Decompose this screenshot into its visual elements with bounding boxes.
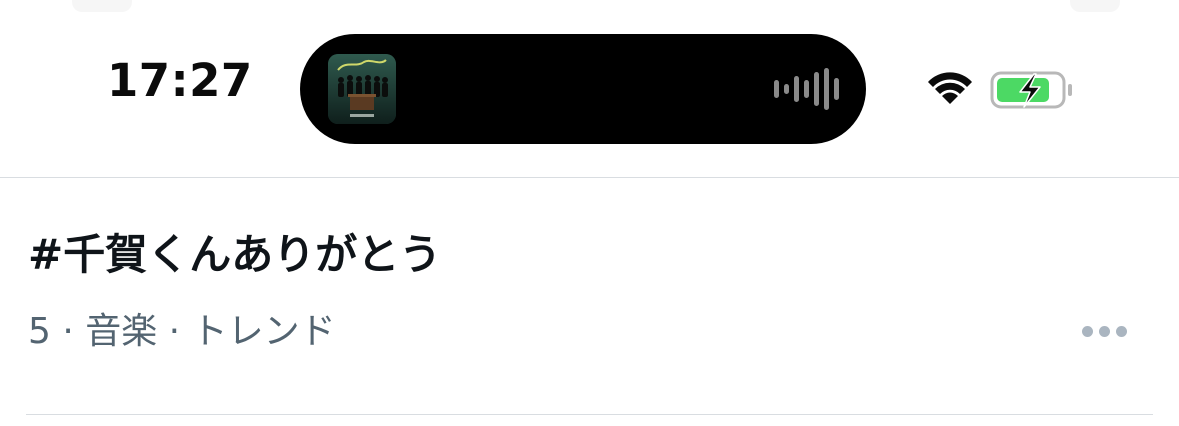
battery-charging-icon [990,70,1074,110]
status-bar: 17:27 [0,0,1179,176]
more-options-icon[interactable] [1080,316,1128,346]
more-dot [1116,326,1127,337]
wifi-icon [924,70,976,110]
more-dot [1099,326,1110,337]
album-art-icon[interactable] [328,54,396,124]
trend-title[interactable]: #千賀くんありがとう [28,230,441,280]
audio-waveform-icon [774,68,844,110]
trend-meta: 5 · 音楽 · トレンド [28,311,336,352]
list-divider [26,414,1153,415]
dynamic-island[interactable] [300,34,866,144]
screen: 17:27 #千賀くんありがとう 5 · 音楽 · トレンド [0,0,1179,426]
status-time: 17:27 [107,54,253,107]
trend-item[interactable]: #千賀くんありがとう 5 · 音楽 · トレンド [0,178,1179,414]
more-dot [1082,326,1093,337]
